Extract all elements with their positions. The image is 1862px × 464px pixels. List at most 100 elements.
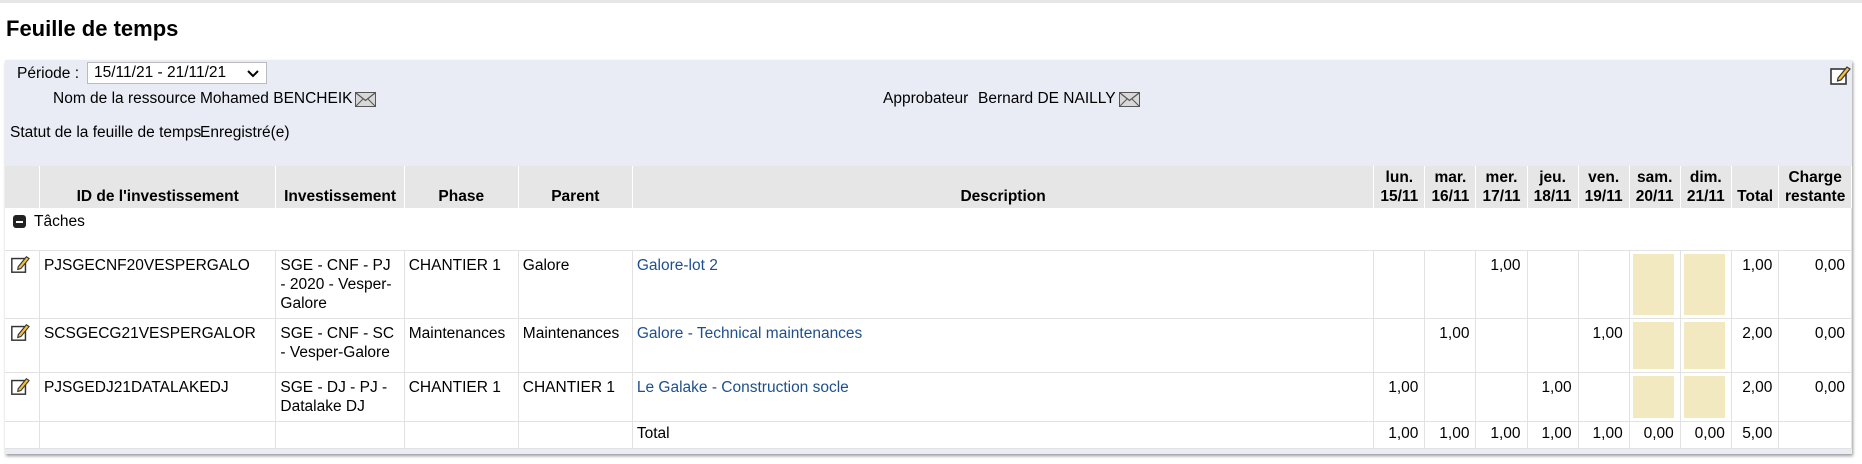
total-day: 0,00	[1629, 421, 1681, 449]
cell-remaining: 0,00	[1778, 318, 1852, 373]
cell-id: PJSGEDJ21DATALAKEDJ	[39, 372, 277, 422]
status-value: Enregistré(e)	[200, 124, 290, 141]
day-name: mer.	[1485, 169, 1518, 186]
approver-name: Bernard DE NAILLY	[978, 90, 1116, 107]
cell-phase: CHANTIER 1	[404, 372, 519, 422]
table-row: PJSGEDJ21DATALAKEDJ SGE - DJ - PJ - Data…	[5, 372, 1852, 422]
totals-row: Total 1,00 1,00 1,00 1,00 1,00 0,00 0,00…	[5, 421, 1852, 449]
cell-hours-weekend[interactable]	[1629, 318, 1681, 373]
cell-remaining: 0,00	[1778, 250, 1852, 319]
day-date: 20/11	[1635, 188, 1674, 205]
page-title: Feuille de temps	[6, 16, 179, 41]
col-investment[interactable]: Investissement	[275, 166, 405, 208]
total-day: 1,00	[1578, 421, 1630, 449]
col-parent[interactable]: Parent	[518, 166, 633, 208]
weekend-fill	[1683, 322, 1725, 369]
day-name: ven.	[1588, 169, 1620, 186]
edit-icon[interactable]	[1829, 64, 1851, 86]
cell-investment: SGE - DJ - PJ - Datalake DJ	[275, 372, 405, 422]
cell-hours[interactable]: 1,00	[1373, 372, 1426, 422]
cell-total: 2,00	[1731, 318, 1780, 373]
table-row: SCSGECG21VESPERGALOR SGE - CNF - SC - Ve…	[5, 318, 1852, 373]
col-day: jeu. 18/11	[1527, 166, 1579, 208]
cell-description: Galore - Technical maintenances	[632, 318, 1375, 373]
cell-remaining: 0,00	[1778, 372, 1852, 422]
col-description[interactable]: Description	[632, 166, 1375, 208]
cell-hours[interactable]: 1,00	[1578, 318, 1630, 373]
day-name: dim.	[1689, 169, 1722, 186]
day-name: sam.	[1637, 169, 1673, 186]
total-day: 0,00	[1680, 421, 1732, 449]
section-label: Tâches	[34, 213, 85, 230]
cell-description: Le Galake - Construction socle	[632, 372, 1375, 422]
cell-hours[interactable]	[1373, 250, 1426, 319]
cell-hours[interactable]	[1424, 372, 1477, 422]
cell-hours[interactable]	[1578, 372, 1630, 422]
weekend-fill	[1683, 254, 1725, 315]
cell-hours-weekend[interactable]	[1680, 318, 1732, 373]
cell-hours[interactable]: 1,00	[1527, 372, 1579, 422]
day-name: lun.	[1385, 169, 1414, 186]
weekend-fill	[1632, 376, 1674, 418]
day-date: 17/11	[1482, 188, 1521, 205]
day-date: 15/11	[1380, 188, 1419, 205]
cell-hours[interactable]	[1578, 250, 1630, 319]
col-id[interactable]: ID de l'investissement	[39, 166, 277, 208]
cell-id: SCSGECG21VESPERGALOR	[39, 318, 277, 373]
cell-hours[interactable]	[1424, 250, 1477, 319]
col-day: ven. 19/11	[1578, 166, 1630, 208]
cell-hours[interactable]	[1475, 318, 1528, 373]
approver-label: Approbateur	[883, 90, 969, 107]
task-link[interactable]: Galore-lot 2	[637, 257, 718, 274]
total-day: 1,00	[1475, 421, 1528, 449]
col-action	[5, 166, 40, 208]
cell-hours[interactable]	[1373, 318, 1426, 373]
table-row: PJSGECNF20VESPERGALO SGE - CNF - PJ - 20…	[5, 250, 1852, 319]
cell-hours[interactable]: 1,00	[1475, 250, 1528, 319]
period-select[interactable]: 15/11/21 - 21/11/21	[87, 62, 267, 84]
task-link[interactable]: Le Galake - Construction socle	[637, 379, 849, 396]
period-label: Période :	[17, 65, 80, 82]
timesheet-panel: Période : 15/11/21 - 21/11/21 Nom de la …	[5, 60, 1852, 454]
cell-id: PJSGECNF20VESPERGALO	[39, 250, 277, 319]
section-row: Tâches	[5, 208, 1852, 251]
cell-hours[interactable]: 1,00	[1424, 318, 1477, 373]
col-day: dim. 21/11	[1680, 166, 1732, 208]
cell-investment: SGE - CNF - PJ - 2020 - Vesper-Galore	[275, 250, 405, 319]
col-day: lun. 15/11	[1373, 166, 1426, 208]
resource-value: Mohamed BENCHEIK	[200, 90, 377, 108]
cell-hours[interactable]	[1527, 250, 1579, 319]
cell-investment: SGE - CNF - SC - Vesper-Galore	[275, 318, 405, 373]
edit-icon[interactable]	[10, 254, 30, 274]
edit-icon[interactable]	[10, 322, 30, 342]
resource-label: Nom de la ressource	[53, 90, 197, 107]
collapse-icon[interactable]	[13, 215, 26, 228]
cell-parent: Maintenances	[518, 318, 633, 373]
col-day: mer. 17/11	[1475, 166, 1528, 208]
cell-hours-weekend[interactable]	[1629, 250, 1681, 319]
edit-icon[interactable]	[10, 376, 30, 396]
status-label: Statut de la feuille de temps	[10, 124, 202, 141]
weekend-fill	[1683, 376, 1725, 418]
period-value: 15/11/21 - 21/11/21	[94, 64, 227, 81]
grand-total: 5,00	[1731, 421, 1780, 449]
cell-hours-weekend[interactable]	[1629, 372, 1681, 422]
task-link[interactable]: Galore - Technical maintenances	[637, 325, 862, 342]
resource-name: Mohamed BENCHEIK	[200, 90, 353, 107]
cell-hours[interactable]	[1475, 372, 1528, 422]
cell-hours[interactable]	[1527, 318, 1579, 373]
totals-label: Total	[632, 421, 1375, 449]
col-phase[interactable]: Phase	[404, 166, 519, 208]
day-name: mar.	[1434, 169, 1467, 186]
cell-hours-weekend[interactable]	[1680, 250, 1732, 319]
mail-icon[interactable]	[1118, 92, 1140, 107]
total-day: 1,00	[1373, 421, 1426, 449]
approver-value: Bernard DE NAILLY	[978, 90, 1140, 108]
total-day: 1,00	[1527, 421, 1579, 449]
cell-hours-weekend[interactable]	[1680, 372, 1732, 422]
col-total: Total	[1731, 166, 1780, 208]
day-date: 19/11	[1584, 188, 1623, 205]
col-remaining: Charge restante	[1778, 166, 1852, 208]
mail-icon[interactable]	[355, 92, 377, 107]
weekend-fill	[1632, 254, 1674, 315]
